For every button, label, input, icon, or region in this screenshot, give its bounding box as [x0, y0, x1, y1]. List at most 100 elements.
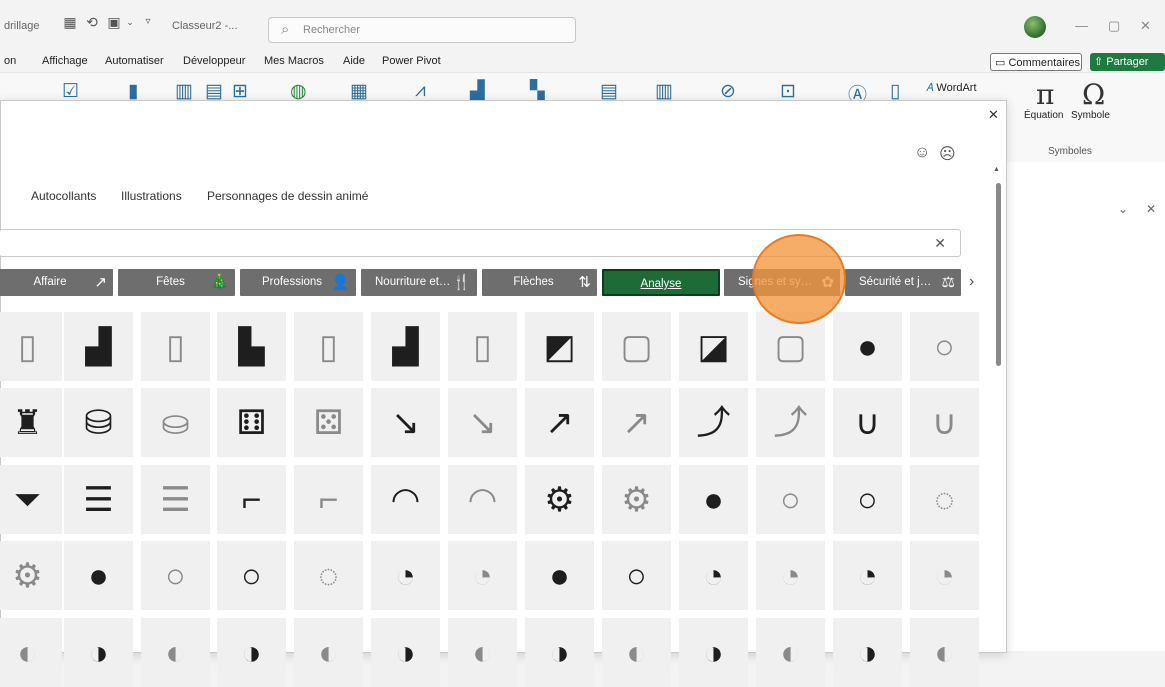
icon-tile[interactable]: ⚙: [602, 465, 671, 534]
icon-tile[interactable]: ●: [833, 312, 902, 381]
menu-item-mes-macros[interactable]: Mes Macros: [264, 55, 324, 67]
icon-tile[interactable]: ●: [64, 541, 133, 610]
qat-customize-icon[interactable]: ▿: [140, 14, 156, 30]
icon-tile[interactable]: ○: [217, 541, 286, 610]
icon-tile[interactable]: ◐: [0, 618, 62, 687]
sync-icon[interactable]: ⟲: [84, 14, 100, 30]
menu-item-automatiser[interactable]: Automatiser: [105, 55, 164, 67]
icon-tile[interactable]: ⤴: [679, 388, 748, 457]
icon-tile[interactable]: ▯: [294, 312, 363, 381]
category-affaire[interactable]: Affaire ↗: [0, 269, 113, 296]
icon-tile[interactable]: ●: [525, 541, 594, 610]
wordart-button[interactable]: 𝐴 WordArt: [926, 82, 977, 95]
icon-tile[interactable]: ⚙: [525, 465, 594, 534]
sparkline-line-icon[interactable]: ⩘: [415, 80, 426, 102]
icon-tile[interactable]: ◔: [910, 541, 979, 610]
menu-item-aide[interactable]: Aide: [343, 55, 365, 67]
category-analyse[interactable]: Analyse: [602, 269, 720, 296]
icon-tile[interactable]: ⤴: [756, 388, 825, 457]
icon-tile[interactable]: ↗: [602, 388, 671, 457]
icon-tile[interactable]: ●: [679, 465, 748, 534]
icon-tile[interactable]: ◔: [679, 541, 748, 610]
icon-tile[interactable]: ◐: [756, 618, 825, 687]
icon-tile[interactable]: ○: [833, 465, 902, 534]
icon-tile[interactable]: ⌐: [294, 465, 363, 534]
icon-tile[interactable]: ○: [141, 541, 210, 610]
category-nourriture[interactable]: Nourriture et b... 🍴: [361, 269, 477, 296]
icon-tile[interactable]: ▢: [602, 312, 671, 381]
icon-tile[interactable]: ▯: [141, 312, 210, 381]
icon-tile[interactable]: ⌐: [217, 465, 286, 534]
icon-tile[interactable]: ☰: [141, 465, 210, 534]
icon-tile[interactable]: ↘: [448, 388, 517, 457]
chevron-down-icon[interactable]: ⌄: [122, 14, 138, 30]
icon-tile[interactable]: ♜: [0, 388, 62, 457]
clear-search-icon[interactable]: ✕: [934, 235, 946, 252]
icon-tile[interactable]: ↘: [371, 388, 440, 457]
icon-tile[interactable]: ↗: [525, 388, 594, 457]
icon-tile[interactable]: ◑: [679, 618, 748, 687]
image-icon[interactable]: ▣: [106, 14, 122, 30]
menu-item-affichage[interactable]: Affichage: [42, 55, 88, 67]
scroll-up-icon[interactable]: ▲: [993, 166, 1000, 173]
icon-tile[interactable]: ◠: [371, 465, 440, 534]
icon-tile[interactable]: ▟: [64, 312, 133, 381]
category-fetes[interactable]: Fêtes 🎄: [118, 269, 235, 296]
icon-tile[interactable]: ◔: [833, 541, 902, 610]
icon-tile[interactable]: ◔: [756, 541, 825, 610]
icon-tile[interactable]: ◐: [448, 618, 517, 687]
icon-tile[interactable]: ▙: [217, 312, 286, 381]
icon-tile[interactable]: ☰: [64, 465, 133, 534]
icon-tile[interactable]: ○: [602, 541, 671, 610]
equation-button[interactable]: Équation: [1024, 110, 1063, 121]
icon-tile[interactable]: ∪: [910, 388, 979, 457]
avatar[interactable]: [1024, 16, 1046, 38]
icon-tile[interactable]: ⚄: [294, 388, 363, 457]
tab-personnages[interactable]: Personnages de dessin animé: [207, 189, 368, 203]
frown-icon[interactable]: ☹: [939, 144, 956, 164]
icon-tile[interactable]: ⛀: [141, 388, 210, 457]
search-input[interactable]: ⌕ Rechercher: [268, 17, 576, 43]
icon-tile[interactable]: ▯: [0, 312, 62, 381]
menu-item-home[interactable]: on: [4, 55, 16, 67]
chevron-right-icon[interactable]: ›: [969, 273, 974, 291]
icon-tile[interactable]: ◌: [294, 541, 363, 610]
minimize-icon[interactable]: —: [1075, 18, 1088, 33]
category-fleches[interactable]: Flèches ⇅: [482, 269, 597, 296]
icon-tile[interactable]: ◔: [371, 541, 440, 610]
symbol-button[interactable]: Symbole: [1071, 110, 1110, 121]
icon-tile[interactable]: ◪: [679, 312, 748, 381]
menu-item-power-pivot[interactable]: Power Pivot: [382, 55, 441, 67]
icon-tile[interactable]: ◐: [910, 618, 979, 687]
icon-tile[interactable]: ◠: [448, 465, 517, 534]
share-button[interactable]: ⇧ Partager: [1090, 53, 1165, 71]
icon-tile[interactable]: ◑: [525, 618, 594, 687]
icon-tile[interactable]: ◑: [64, 618, 133, 687]
icon-tile[interactable]: ⚙: [0, 541, 62, 610]
restore-icon[interactable]: ▢: [1108, 18, 1120, 34]
category-securite[interactable]: Sécurité et just... ⚖: [845, 269, 961, 296]
grid-icon[interactable]: ▦: [62, 14, 78, 30]
icon-tile[interactable]: ◑: [371, 618, 440, 687]
icon-tile[interactable]: ◑: [217, 618, 286, 687]
category-professions[interactable]: Professions 👤: [240, 269, 356, 296]
tab-autocollants[interactable]: Autocollants: [31, 189, 96, 203]
tab-illustrations[interactable]: Illustrations: [121, 189, 182, 203]
icon-tile[interactable]: ▯: [448, 312, 517, 381]
icon-tile[interactable]: ◩: [525, 312, 594, 381]
menu-item-developpeur[interactable]: Développeur: [183, 55, 245, 67]
close-window-icon[interactable]: ✕: [1140, 18, 1151, 34]
icon-tile[interactable]: ◐: [141, 618, 210, 687]
icon-tile[interactable]: ⚅: [217, 388, 286, 457]
chevron-down-icon[interactable]: ⌄: [1118, 202, 1128, 216]
comments-button[interactable]: ▭ Commentaires: [990, 53, 1082, 71]
icon-tile[interactable]: ○: [910, 312, 979, 381]
icon-tile[interactable]: ⏷: [0, 465, 62, 534]
scroll-thumb[interactable]: [996, 183, 1001, 366]
icon-tile[interactable]: ∪: [833, 388, 902, 457]
close-pane-icon[interactable]: ✕: [1146, 202, 1156, 216]
icon-tile[interactable]: ◐: [294, 618, 363, 687]
icon-tile[interactable]: ▟: [371, 312, 440, 381]
icon-tile[interactable]: ○: [756, 465, 825, 534]
icon-tile[interactable]: ◔: [448, 541, 517, 610]
